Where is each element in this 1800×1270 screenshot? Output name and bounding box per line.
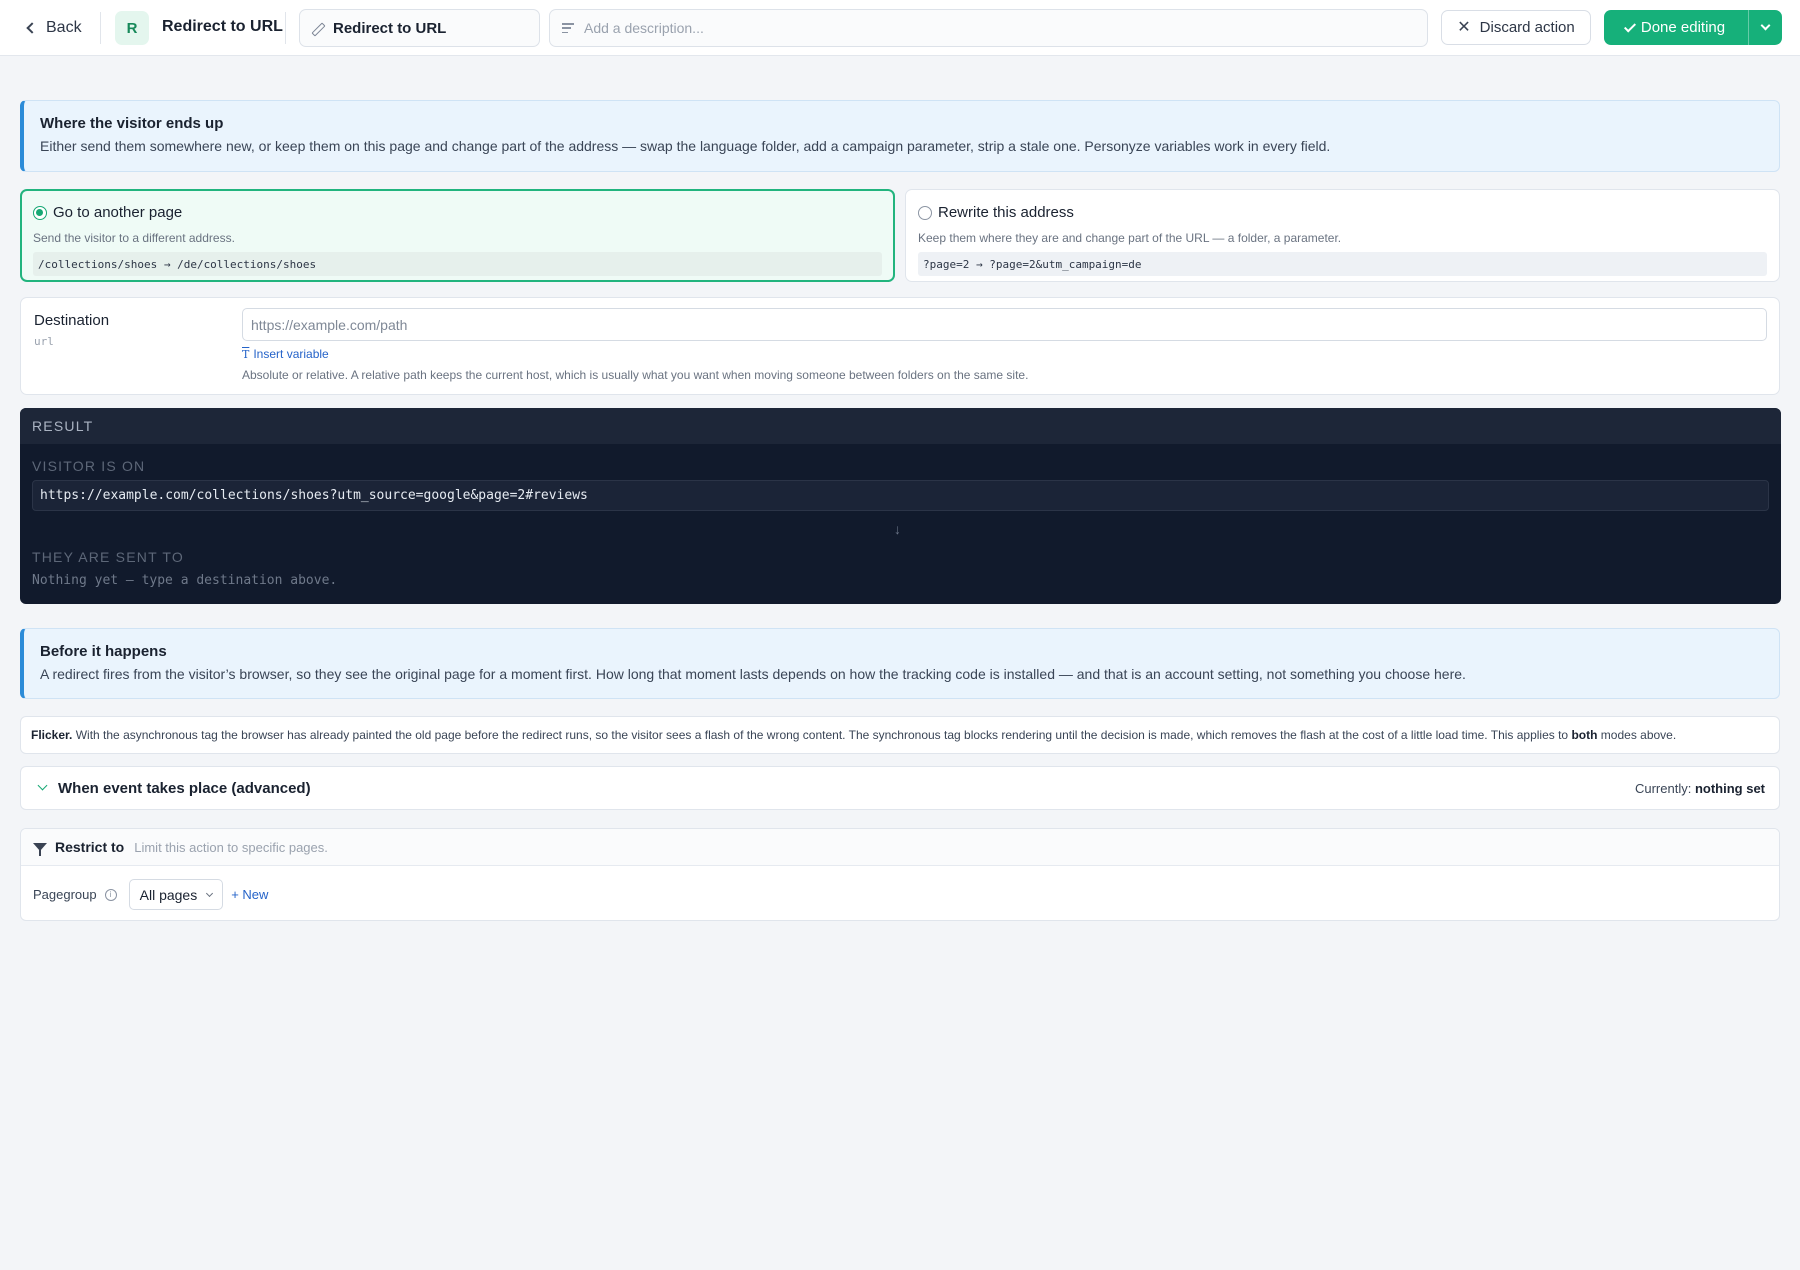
flicker-text: With the asynchronous tag the browser ha…	[75, 728, 1569, 742]
before-text: A redirect fires from the visitor’s brow…	[40, 666, 1466, 682]
mode-description: Keep them where they are and change part…	[918, 231, 1342, 245]
chevron-down-icon	[37, 780, 48, 791]
check-icon	[1623, 19, 1636, 33]
done-label: Done editing	[1640, 19, 1726, 36]
text-lines-icon	[562, 23, 574, 33]
result-panel: RESULT VISITOR IS ON https://example.com…	[20, 408, 1781, 604]
advanced-event-toggle[interactable]: When event takes place (advanced) Curren…	[20, 766, 1780, 810]
restrict-header: Restrict to Limit this action to specifi…	[21, 829, 1779, 866]
destination-type: url	[34, 335, 54, 348]
pagegroup-label: Pagegroup	[33, 887, 97, 902]
sent-to-label: THEY ARE SENT TO	[32, 549, 184, 565]
mode-card-redirect[interactable]: Go to another page Send the visitor to a…	[20, 189, 895, 282]
chevron-left-icon	[26, 22, 38, 34]
destination-panel: Destination url T Insert variable Absolu…	[20, 297, 1780, 395]
done-editing-group: Done editing	[1604, 10, 1782, 45]
mode-card-rewrite[interactable]: Rewrite this address Keep them where the…	[905, 189, 1780, 282]
intro-text: Either send them somewhere new, or keep …	[40, 138, 1331, 154]
radio-selected[interactable]	[33, 205, 47, 220]
page-title: Redirect to URL	[162, 18, 283, 35]
mode-example: /collections/shoes → /de/collections/sho…	[33, 252, 882, 276]
insert-variable-link[interactable]: T Insert variable	[242, 347, 329, 361]
result-heading: RESULT	[20, 408, 1781, 444]
restrict-subtitle: Limit this action to specific pages.	[134, 839, 328, 855]
pagegroup-value: All pages	[139, 886, 198, 903]
mode-description: Send the visitor to a different address.	[33, 231, 235, 245]
sent-to-value: Nothing yet — type a destination above.	[32, 573, 338, 588]
visitor-label: VISITOR IS ON	[32, 458, 146, 474]
destination-label: Destination	[34, 312, 110, 329]
close-icon: ✕	[1457, 18, 1471, 36]
currently-label: Currently:	[1634, 781, 1692, 796]
before-callout: Before it happens A redirect fires from …	[20, 628, 1780, 699]
arrow-down-icon: ↓	[894, 521, 901, 537]
flicker-tail: modes above.	[1600, 728, 1677, 742]
pagegroup-row: Pagegroup i All pages + New	[33, 879, 268, 910]
variable-icon: T	[242, 347, 250, 361]
advanced-current: Currently: nothing set	[1635, 781, 1765, 796]
action-name-value: Redirect to URL	[333, 19, 447, 37]
destination-input[interactable]	[242, 308, 1767, 341]
description-input[interactable]	[584, 20, 1404, 36]
restrict-panel: Restrict to Limit this action to specifi…	[20, 828, 1780, 921]
top-bar: Back R Redirect to URL Redirect to URL ✕…	[0, 0, 1800, 56]
before-title: Before it happens	[40, 643, 167, 660]
currently-value: nothing set	[1694, 781, 1765, 796]
divider	[100, 12, 101, 44]
filter-icon	[33, 843, 47, 856]
discard-label: Discard action	[1479, 19, 1575, 36]
destination-help: Absolute or relative. A relative path ke…	[242, 368, 1029, 382]
back-button[interactable]: Back	[24, 14, 82, 42]
discard-action-button[interactable]: ✕ Discard action	[1441, 10, 1591, 45]
visitor-url: https://example.com/collections/shoes?ut…	[32, 480, 1769, 511]
flicker-lead: Flicker.	[31, 728, 73, 742]
action-avatar: R	[115, 11, 149, 45]
mode-label: Rewrite this address	[938, 204, 1074, 221]
done-editing-button[interactable]: Done editing	[1604, 10, 1748, 45]
radio-unselected[interactable]	[918, 205, 932, 220]
flicker-note: Flicker. With the asynchronous tag the b…	[20, 716, 1780, 754]
advanced-title: When event takes place (advanced)	[58, 780, 311, 797]
back-label: Back	[46, 19, 82, 36]
intro-callout: Where the visitor ends up Either send th…	[20, 100, 1780, 172]
action-name-field[interactable]: Redirect to URL	[299, 9, 540, 47]
divider	[285, 12, 286, 44]
new-pagegroup-link[interactable]: + New	[231, 887, 268, 902]
insert-variable-label: Insert variable	[253, 347, 329, 361]
intro-title: Where the visitor ends up	[40, 115, 224, 132]
restrict-title: Restrict to	[55, 839, 125, 855]
mode-example: ?page=2 → ?page=2&utm_campaign=de	[918, 252, 1767, 276]
mode-label: Go to another page	[53, 204, 183, 221]
pagegroup-select[interactable]: All pages	[128, 879, 224, 910]
flicker-bold: both	[1571, 728, 1598, 742]
chevron-down-icon	[1760, 20, 1771, 31]
chevron-down-icon	[206, 889, 214, 897]
description-field[interactable]	[549, 9, 1428, 47]
info-icon[interactable]: i	[104, 888, 117, 901]
done-options-button[interactable]	[1748, 10, 1782, 45]
pencil-icon	[312, 23, 323, 34]
